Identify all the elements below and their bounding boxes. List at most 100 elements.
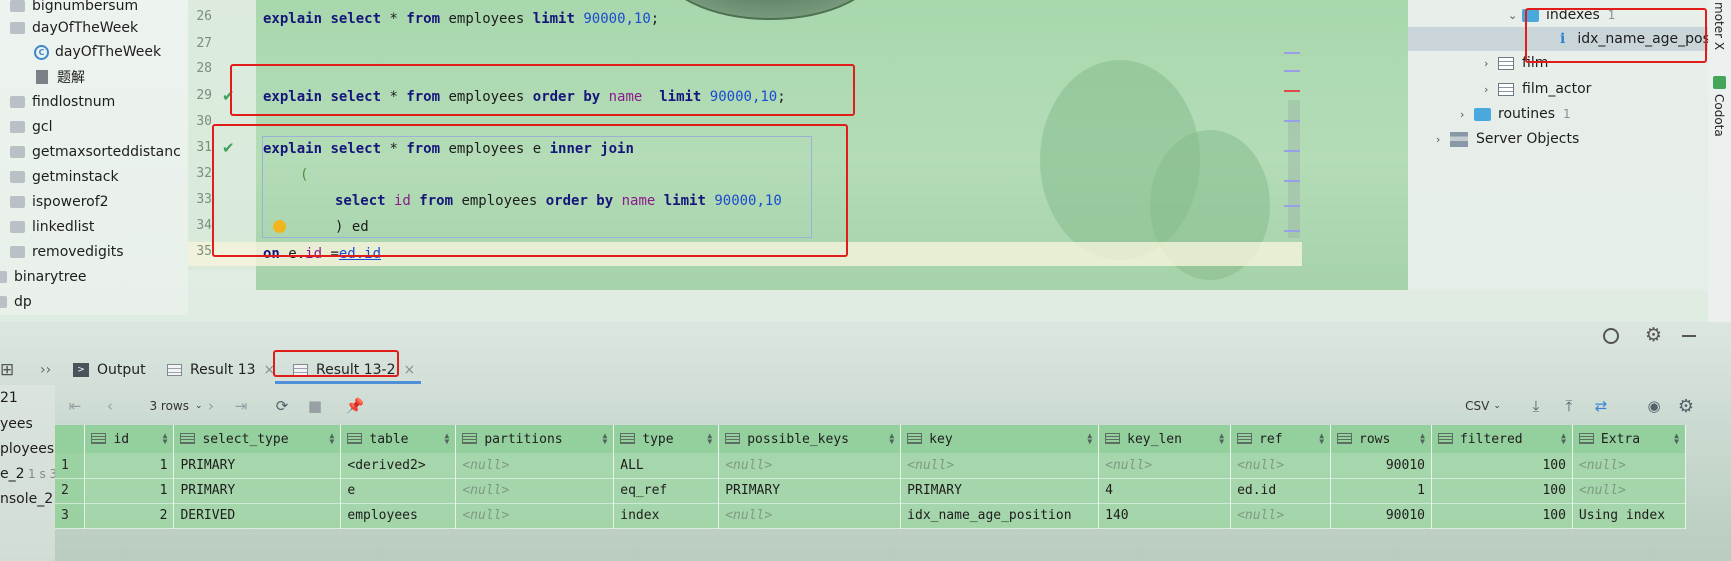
run-success-icon[interactable]: ✔ (222, 139, 235, 157)
tree-item-dp[interactable]: dp (0, 291, 32, 313)
cell-select-type[interactable]: PRIMARY (173, 453, 342, 479)
console-item[interactable]: ployees (0, 441, 54, 457)
sort-icon[interactable]: ▲ ▼ (1219, 432, 1224, 446)
tree-item-getmaxsorteddistance[interactable]: getmaxsorteddistanc (10, 141, 181, 163)
cell-id[interactable]: 1 (84, 453, 175, 479)
table-row[interactable]: 2 1 PRIMARY e <null> eq_ref PRIMARY PRIM… (55, 478, 1687, 504)
previous-page-icon[interactable]: ‹ (100, 392, 120, 420)
tab-output[interactable]: > Output (73, 355, 146, 385)
first-page-icon[interactable]: ⇤ (65, 392, 85, 420)
cell-key[interactable]: PRIMARY (900, 478, 1100, 504)
tree-item-linkedlist[interactable]: linkedlist (10, 216, 94, 238)
tab-result-13[interactable]: Result 13 × (167, 355, 275, 385)
db-item-index-idx-name-age-pos[interactable]: i idx_name_age_pos (1560, 28, 1710, 50)
last-page-icon[interactable]: ⇥ (231, 392, 251, 420)
db-item-server-objects[interactable]: › Server Objects (1436, 128, 1579, 150)
db-item-indexes[interactable]: ⌄ indexes 1 (1508, 4, 1615, 26)
db-item-film-actor[interactable]: › film_actor (1484, 78, 1591, 100)
lightbulb-icon[interactable] (273, 220, 286, 233)
cell-rows[interactable]: 1 (1330, 478, 1432, 504)
console-item[interactable]: 21 (0, 390, 18, 406)
sort-icon[interactable]: ▲ ▼ (163, 432, 168, 446)
sort-icon[interactable]: ▲ ▼ (1420, 432, 1425, 446)
new-console-icon[interactable]: ⊞ (0, 355, 14, 385)
cell-table[interactable]: e (340, 478, 457, 504)
tree-item-removedigits[interactable]: removedigits (10, 241, 124, 263)
sort-icon[interactable]: ▲ ▼ (602, 432, 607, 446)
tree-item-getminstack[interactable]: getminstack (10, 166, 119, 188)
refresh-icon[interactable]: ⟳ (270, 392, 294, 420)
db-item-film[interactable]: › film (1484, 52, 1548, 74)
run-success-icon[interactable]: ✔ (222, 87, 235, 105)
cell-key-len[interactable]: <null> (1098, 453, 1232, 479)
next-page-icon[interactable]: › (201, 392, 221, 420)
cell-partitions[interactable]: <null> (455, 503, 615, 529)
tree-item-solution-doc[interactable]: 题解 (36, 66, 85, 88)
db-item-routines[interactable]: › routines 1 (1460, 103, 1571, 125)
tree-item-gcl[interactable]: gcl (10, 116, 52, 138)
cell-select-type[interactable]: PRIMARY (173, 478, 342, 504)
console-item[interactable]: yees (0, 416, 33, 432)
console-item[interactable]: e_2 (0, 466, 25, 482)
export-format-selector[interactable]: CSV ⌄ (1458, 392, 1508, 420)
cell-extra[interactable]: <null> (1572, 478, 1687, 504)
cell-partitions[interactable]: <null> (455, 478, 615, 504)
tree-item-dayoftheweek-class[interactable]: CdayOfTheWeek (34, 41, 161, 63)
chevron-right-icon[interactable]: › (1484, 57, 1498, 70)
column-header-type[interactable]: type ▲ ▼ (613, 425, 720, 453)
tool-window-label[interactable]: moter X (1712, 2, 1726, 50)
tree-item-findlostnum[interactable]: findlostnum (10, 91, 115, 113)
code-line-35[interactable]: on e.id =ed.id (263, 243, 381, 265)
column-header-key-len[interactable]: key_len ▲ ▼ (1098, 425, 1232, 453)
tree-item-binarytree[interactable]: binarytree (0, 266, 86, 288)
view-icon[interactable]: ◉ (1643, 392, 1665, 420)
cell-ref[interactable]: <null> (1230, 503, 1332, 529)
minimize-icon[interactable] (1682, 335, 1696, 337)
cell-rows[interactable]: 90010 (1330, 503, 1432, 529)
cell-id[interactable]: 2 (84, 503, 175, 529)
upload-icon[interactable]: ⤒ (1558, 392, 1580, 420)
sort-icon[interactable]: ▲ ▼ (330, 432, 335, 446)
code-line-31[interactable]: explain select * from employees e inner … (263, 138, 634, 160)
cell-extra[interactable]: <null> (1572, 453, 1687, 479)
close-icon[interactable]: × (264, 362, 276, 378)
cell-possible-keys[interactable]: <null> (718, 453, 902, 479)
tree-item-ispowerof2[interactable]: ispowerof2 (10, 191, 109, 213)
column-header-partitions[interactable]: partitions ▲ ▼ (455, 425, 615, 453)
chevron-right-icon[interactable]: › (1484, 83, 1498, 96)
cell-key[interactable]: idx_name_age_position (900, 503, 1100, 529)
download-icon[interactable]: ⤓ (1525, 392, 1547, 420)
tree-item-bignumbersum[interactable]: bignumbersum (10, 0, 138, 17)
cell-table[interactable]: <derived2> (340, 453, 457, 479)
code-line-26[interactable]: explain select * from employees limit 90… (263, 8, 659, 30)
cell-possible-keys[interactable]: PRIMARY (718, 478, 902, 504)
compare-icon[interactable]: ⇄ (1590, 392, 1612, 420)
gear-icon[interactable]: ⚙ (1645, 324, 1662, 346)
cell-ref[interactable]: <null> (1230, 453, 1332, 479)
tool-window-label[interactable]: Codota (1712, 94, 1726, 137)
cell-filtered[interactable]: 100 (1431, 503, 1573, 529)
cell-possible-keys[interactable]: <null> (718, 503, 902, 529)
cell-key-len[interactable]: 140 (1098, 503, 1232, 529)
target-icon[interactable] (1603, 328, 1619, 344)
code-line-32[interactable]: ( (300, 164, 308, 186)
table-row[interactable]: 1 1 PRIMARY <derived2> <null> ALL <null>… (55, 453, 1687, 479)
cell-type[interactable]: eq_ref (613, 478, 720, 504)
cell-rows[interactable]: 90010 (1330, 453, 1432, 479)
cell-key[interactable]: <null> (900, 453, 1100, 479)
cell-table[interactable]: employees (340, 503, 457, 529)
column-header-id[interactable]: id ▲ ▼ (84, 425, 175, 453)
cell-ref[interactable]: ed.id (1230, 478, 1332, 504)
pin-icon[interactable]: 📌 (345, 392, 365, 420)
chevron-right-icon[interactable]: › (1436, 133, 1450, 146)
more-tabs-icon[interactable]: ›› (40, 355, 51, 385)
sort-icon[interactable]: ▲ ▼ (445, 432, 450, 446)
cell-filtered[interactable]: 100 (1431, 478, 1573, 504)
code-line-33[interactable]: select id from employees order by name l… (335, 190, 782, 212)
table-row[interactable]: 3 2 DERIVED employees <null> index <null… (55, 503, 1687, 529)
chevron-down-icon[interactable]: ⌄ (1508, 9, 1522, 22)
sort-icon[interactable]: ▲ ▼ (1561, 432, 1566, 446)
code-line-34[interactable]: ) ed (335, 216, 369, 238)
cell-filtered[interactable]: 100 (1431, 453, 1573, 479)
column-header-select-type[interactable]: select_type ▲ ▼ (173, 425, 342, 453)
